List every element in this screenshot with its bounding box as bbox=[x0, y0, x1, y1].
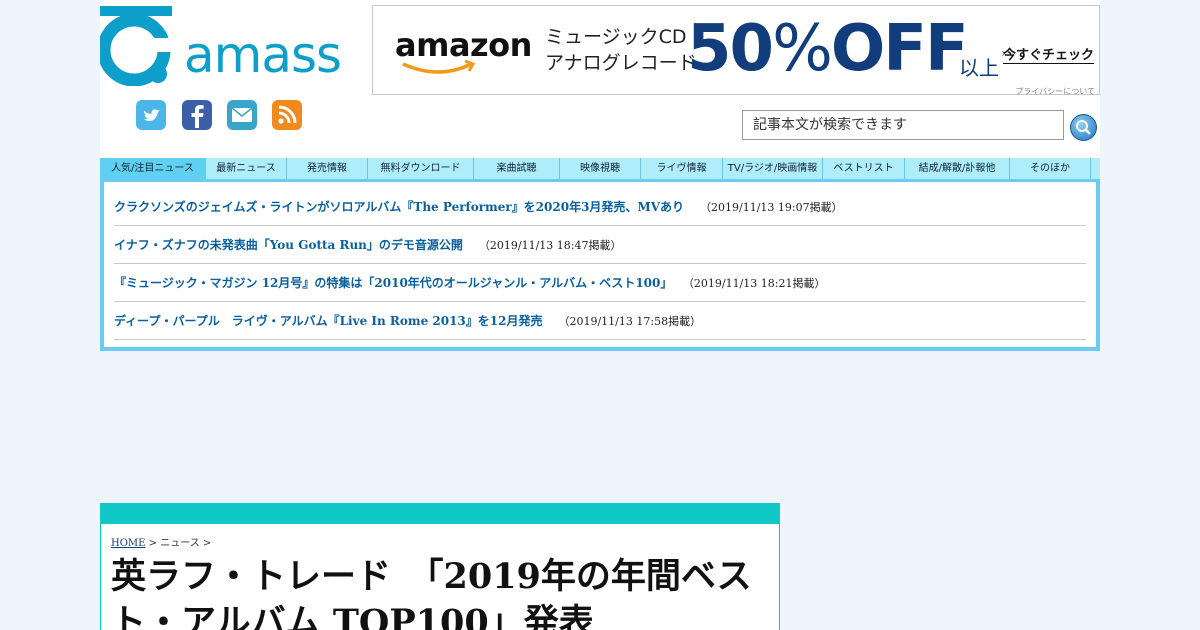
nav-item-best-list[interactable]: ベストリスト bbox=[823, 158, 905, 179]
rss-icon[interactable] bbox=[272, 100, 302, 130]
main-nav: 人気/注目ニュース 最新ニュース 発売情報 無料ダウンロード 楽曲試聴 映像視聴… bbox=[100, 158, 1100, 179]
nav-item-latest[interactable]: 最新ニュース bbox=[206, 158, 287, 179]
news-item-title[interactable]: ディープ・パープル ライヴ・アルバム『Live In Rome 2013』を12… bbox=[114, 314, 542, 328]
news-item: 『ミュージック・マガジン 12月号』の特集は「2010年代のオールジャンル・アル… bbox=[114, 264, 1086, 302]
ad-category-cd: ミュージックCD bbox=[545, 26, 687, 48]
article: HOME > ニュース > 英ラフ・トレード 「2019年の年間ベスト・アルバム… bbox=[100, 503, 780, 630]
site-header: amass amazon ミュージックCD アナログレコード 50%OFF 以上… bbox=[97, 0, 1100, 158]
nav-item-live[interactable]: ライヴ情報 bbox=[641, 158, 723, 179]
search-button[interactable] bbox=[1070, 114, 1097, 141]
mail-icon[interactable] bbox=[227, 100, 257, 130]
search-input[interactable]: 記事本文が検索できます bbox=[742, 110, 1064, 140]
news-item: イナフ・ズナフの未発表曲「You Gotta Run」のデモ音源公開 （2019/… bbox=[114, 226, 1086, 264]
amazon-ad-banner[interactable]: amazon ミュージックCD アナログレコード 50%OFF 以上 › 今すぐ… bbox=[372, 5, 1100, 97]
logo-mark-icon bbox=[97, 6, 172, 87]
ad-categories: ミュージックCD アナログレコード bbox=[545, 24, 697, 76]
nav-item-video[interactable]: 映像視聴 bbox=[560, 158, 641, 179]
nav-item-formation-breakup[interactable]: 結成/解散/訃報他 bbox=[905, 158, 1010, 179]
news-item-date: （2019/11/13 18:47掲載） bbox=[478, 239, 622, 252]
featured-news-list: クラクソンズのジェイムズ・ライトンがソロアルバム『The Performer』を… bbox=[100, 179, 1100, 351]
nav-item-releases[interactable]: 発売情報 bbox=[287, 158, 368, 179]
amazon-smile-icon bbox=[402, 60, 476, 74]
nav-item-song-preview[interactable]: 楽曲試聴 bbox=[474, 158, 560, 179]
facebook-icon[interactable] bbox=[182, 100, 212, 130]
news-item-date: （2019/11/13 19:07掲載） bbox=[700, 201, 843, 214]
page: amass amazon ミュージックCD アナログレコード 50%OFF 以上… bbox=[97, 0, 1100, 630]
ad-privacy-link[interactable]: プライバシーについて bbox=[1015, 86, 1095, 97]
ad-sale-percent: % bbox=[772, 12, 833, 86]
breadcrumb: HOME > ニュース > bbox=[111, 534, 211, 549]
breadcrumb-trail: > ニュース > bbox=[145, 538, 212, 549]
nav-item-other[interactable]: そのほか bbox=[1010, 158, 1091, 179]
site-name: amass bbox=[184, 26, 342, 84]
twitter-icon[interactable] bbox=[136, 100, 166, 130]
news-item-title[interactable]: クラクソンズのジェイムズ・ライトンがソロアルバム『The Performer』を… bbox=[114, 200, 684, 214]
nav-item-free-download[interactable]: 無料ダウンロード bbox=[368, 158, 474, 179]
news-item: クラクソンズのジェイムズ・ライトンがソロアルバム『The Performer』を… bbox=[114, 188, 1086, 226]
news-item-title[interactable]: 『ミュージック・マガジン 12月号』の特集は「2010年代のオールジャンル・アル… bbox=[114, 276, 672, 290]
nav-item-popular[interactable]: 人気/注目ニュース bbox=[100, 158, 206, 179]
ad-cta-link[interactable]: 今すぐチェック bbox=[1003, 44, 1095, 64]
ad-sale-number: 50 bbox=[687, 12, 774, 86]
ad-category-vinyl: アナログレコード bbox=[545, 52, 697, 74]
article-title: 英ラフ・トレード 「2019年の年間ベスト・アルバム TOP100」発表 bbox=[111, 556, 752, 630]
nav-item-tv-radio-movie[interactable]: TV/ラジオ/映画情報 bbox=[723, 158, 823, 179]
news-item-title[interactable]: イナフ・ズナフの未発表曲「You Gotta Run」のデモ音源公開 bbox=[114, 238, 463, 252]
news-item-date: （2019/11/13 17:58掲載） bbox=[558, 315, 702, 328]
news-item-date: （2019/11/13 18:21掲載） bbox=[688, 277, 826, 290]
ad-sale-text: 50%OFF bbox=[687, 12, 969, 86]
ad-sale-off: OFF bbox=[830, 12, 969, 86]
breadcrumb-home-link[interactable]: HOME bbox=[111, 538, 145, 549]
amazon-logo: amazon bbox=[395, 26, 532, 64]
news-item: ディープ・パープル ライヴ・アルバム『Live In Rome 2013』を12… bbox=[114, 302, 1086, 340]
article-header-bar bbox=[101, 504, 779, 524]
site-logo[interactable]: amass bbox=[97, 4, 342, 87]
search-icon bbox=[1076, 120, 1091, 135]
ad-sale-more: 以上 bbox=[959, 56, 999, 80]
